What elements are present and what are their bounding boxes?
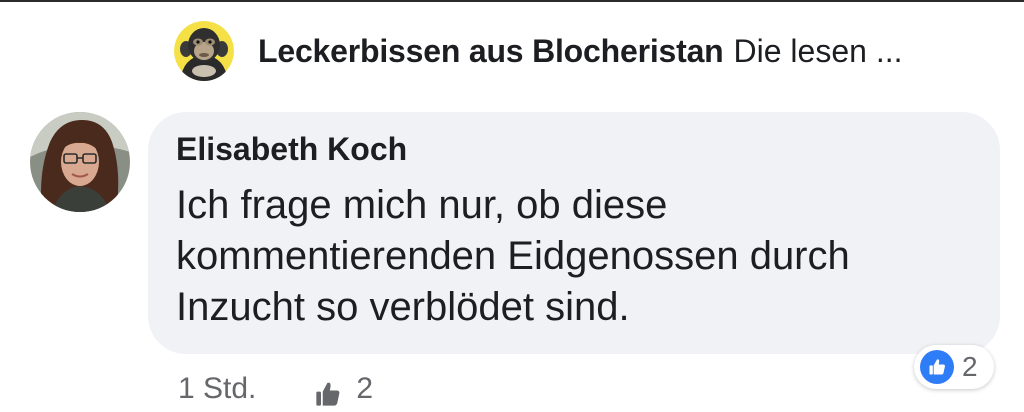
comment-timestamp[interactable]: 1 Std. xyxy=(178,372,256,406)
like-count: 2 xyxy=(356,372,374,405)
group-avatar[interactable] xyxy=(174,21,234,81)
top-divider xyxy=(0,0,1024,2)
comment-actions: 1 Std. 2 xyxy=(178,372,373,412)
reaction-count: 2 xyxy=(962,351,978,382)
comment-bubble: Elisabeth Koch Ich frage mich nur, ob di… xyxy=(148,112,1000,354)
post-snippet[interactable]: Die lesen ... xyxy=(734,33,903,70)
comment-author-name[interactable]: Elisabeth Koch xyxy=(176,131,407,168)
author-avatar[interactable] xyxy=(30,112,130,212)
like-reaction-badge xyxy=(920,350,954,384)
chimpanzee-icon xyxy=(174,21,234,81)
comment-text-line: Inzucht so verblödet sind. xyxy=(176,285,630,329)
reaction-summary[interactable]: 2 xyxy=(914,345,994,389)
comment-text-line: Ich frage mich nur, ob diese xyxy=(176,183,668,227)
profile-photo xyxy=(30,112,130,212)
like-button[interactable]: 2 xyxy=(314,372,373,408)
comment-text: Ich frage mich nur, ob diese kommentiere… xyxy=(176,180,976,333)
group-name-link[interactable]: Leckerbissen aus Blocheristan xyxy=(258,33,724,70)
post-header: Leckerbissen aus Blocheristan Die lesen … xyxy=(174,20,902,82)
comment-text-line: kommentierenden Eidgenossen durch xyxy=(176,234,850,278)
thumbs-up-icon xyxy=(929,359,945,375)
